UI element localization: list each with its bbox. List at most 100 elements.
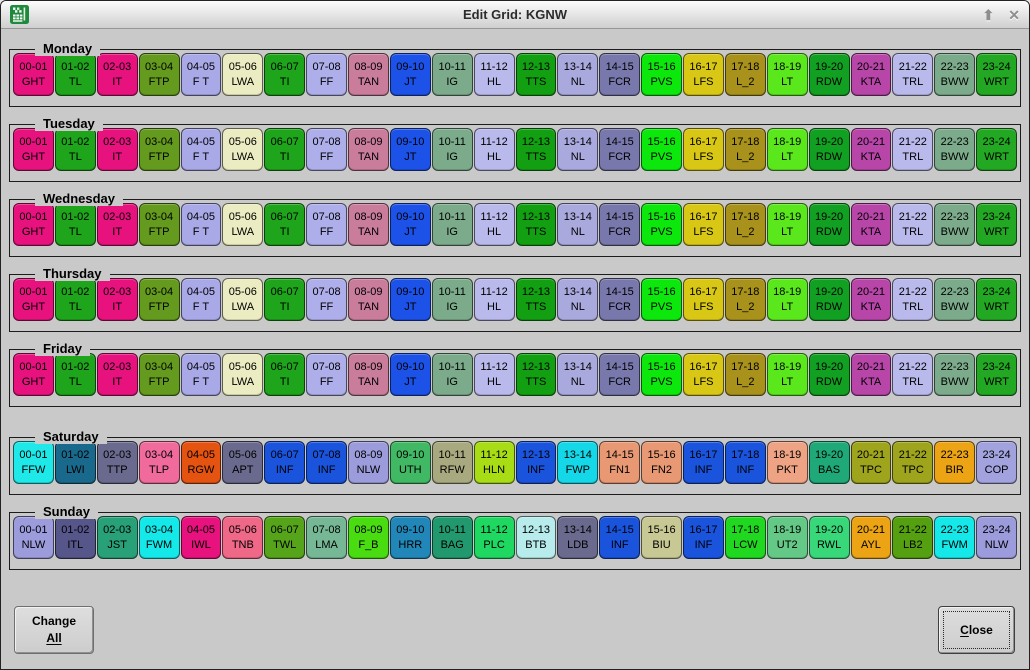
hour-block-button[interactable]: 01-02TL bbox=[55, 53, 96, 96]
hour-block-button[interactable]: 00-01NLW bbox=[13, 516, 54, 559]
hour-block-button[interactable]: 18-19LT bbox=[767, 203, 808, 246]
hour-block-button[interactable]: 01-02TL bbox=[55, 278, 96, 321]
hour-block-button[interactable]: 01-02TL bbox=[55, 128, 96, 171]
hour-block-button[interactable]: 04-05IWL bbox=[181, 516, 222, 559]
hour-block-button[interactable]: 03-04FTP bbox=[139, 353, 180, 396]
hour-block-button[interactable]: 17-18L_2 bbox=[725, 53, 766, 96]
hour-block-button[interactable]: 22-23FWM bbox=[934, 516, 975, 559]
hour-block-button[interactable]: 22-23BWW bbox=[934, 203, 975, 246]
hour-block-button[interactable]: 00-01GHT bbox=[13, 353, 54, 396]
hour-block-button[interactable]: 22-23BWW bbox=[934, 353, 975, 396]
hour-block-button[interactable]: 04-05F T bbox=[181, 53, 222, 96]
hour-block-button[interactable]: 19-20RDW bbox=[809, 53, 850, 96]
hour-block-button[interactable]: 18-19LT bbox=[767, 53, 808, 96]
hour-block-button[interactable]: 09-10JT bbox=[390, 128, 431, 171]
hour-block-button[interactable]: 05-06TNB bbox=[222, 516, 263, 559]
hour-block-button[interactable]: 17-18L_2 bbox=[725, 353, 766, 396]
hour-block-button[interactable]: 05-06APT bbox=[222, 441, 263, 484]
hour-block-button[interactable]: 16-17INF bbox=[683, 516, 724, 559]
hour-block-button[interactable]: 09-10JT bbox=[390, 353, 431, 396]
hour-block-button[interactable]: 15-16PVS bbox=[641, 278, 682, 321]
hour-block-button[interactable]: 02-03IT bbox=[97, 278, 138, 321]
hour-block-button[interactable]: 03-04FWM bbox=[139, 516, 180, 559]
close-window-icon[interactable]: ✕ bbox=[1008, 8, 1020, 22]
hour-block-button[interactable]: 21-22TRL bbox=[892, 53, 933, 96]
hour-block-button[interactable]: 10-11IG bbox=[432, 128, 473, 171]
hour-block-button[interactable]: 20-21KTA bbox=[851, 353, 892, 396]
hour-block-button[interactable]: 23-24NLW bbox=[976, 516, 1017, 559]
hour-block-button[interactable]: 03-04FTP bbox=[139, 53, 180, 96]
hour-block-button[interactable]: 08-09TAN bbox=[348, 353, 389, 396]
hour-block-button[interactable]: 21-22LB2 bbox=[892, 516, 933, 559]
hour-block-button[interactable]: 11-12HL bbox=[474, 53, 515, 96]
hour-block-button[interactable]: 23-24WRT bbox=[976, 353, 1017, 396]
hour-block-button[interactable]: 16-17LFS bbox=[683, 128, 724, 171]
hour-block-button[interactable]: 02-03IT bbox=[97, 353, 138, 396]
hour-block-button[interactable]: 09-10JT bbox=[390, 203, 431, 246]
hour-block-button[interactable]: 15-16BIU bbox=[641, 516, 682, 559]
hour-block-button[interactable]: 04-05F T bbox=[181, 278, 222, 321]
hour-block-button[interactable]: 07-08INF bbox=[306, 441, 347, 484]
hour-block-button[interactable]: 23-24WRT bbox=[976, 203, 1017, 246]
hour-block-button[interactable]: 11-12HL bbox=[474, 353, 515, 396]
hour-block-button[interactable]: 10-11IG bbox=[432, 203, 473, 246]
hour-block-button[interactable]: 04-05F T bbox=[181, 353, 222, 396]
hour-block-button[interactable]: 11-12PLC bbox=[474, 516, 515, 559]
hour-block-button[interactable]: 20-21AYL bbox=[851, 516, 892, 559]
hour-block-button[interactable]: 18-19LT bbox=[767, 128, 808, 171]
hour-block-button[interactable]: 13-14NL bbox=[557, 353, 598, 396]
hour-block-button[interactable]: 06-07TWL bbox=[264, 516, 305, 559]
hour-block-button[interactable]: 08-09TAN bbox=[348, 128, 389, 171]
hour-block-button[interactable]: 01-02LWI bbox=[55, 441, 96, 484]
hour-block-button[interactable]: 03-04TLP bbox=[139, 441, 180, 484]
hour-block-button[interactable]: 23-24WRT bbox=[976, 128, 1017, 171]
hour-block-button[interactable]: 07-08FF bbox=[306, 203, 347, 246]
hour-block-button[interactable]: 12-13INF bbox=[516, 441, 557, 484]
hour-block-button[interactable]: 13-14FWP bbox=[557, 441, 598, 484]
hour-block-button[interactable]: 14-15FCR bbox=[599, 128, 640, 171]
hour-block-button[interactable]: 12-13BTB bbox=[516, 516, 557, 559]
hour-block-button[interactable]: 09-10HRR bbox=[390, 516, 431, 559]
hour-block-button[interactable]: 01-02TL bbox=[55, 203, 96, 246]
hour-block-button[interactable]: 18-19LT bbox=[767, 353, 808, 396]
maximize-icon[interactable]: ⬆ bbox=[983, 8, 995, 22]
hour-block-button[interactable]: 00-01GHT bbox=[13, 278, 54, 321]
hour-block-button[interactable]: 06-07TI bbox=[264, 203, 305, 246]
hour-block-button[interactable]: 21-22TRL bbox=[892, 353, 933, 396]
hour-block-button[interactable]: 13-14NL bbox=[557, 278, 598, 321]
hour-block-button[interactable]: 06-07INF bbox=[264, 441, 305, 484]
hour-block-button[interactable]: 07-08FF bbox=[306, 278, 347, 321]
hour-block-button[interactable]: 15-16PVS bbox=[641, 128, 682, 171]
hour-block-button[interactable]: 09-10JT bbox=[390, 53, 431, 96]
hour-block-button[interactable]: 19-20BAS bbox=[809, 441, 850, 484]
hour-block-button[interactable]: 20-21KTA bbox=[851, 203, 892, 246]
hour-block-button[interactable]: 23-24WRT bbox=[976, 278, 1017, 321]
hour-block-button[interactable]: 09-10JT bbox=[390, 278, 431, 321]
hour-block-button[interactable]: 16-17LFS bbox=[683, 53, 724, 96]
hour-block-button[interactable]: 10-11IG bbox=[432, 53, 473, 96]
hour-block-button[interactable]: 20-21KTA bbox=[851, 128, 892, 171]
hour-block-button[interactable]: 20-21KTA bbox=[851, 278, 892, 321]
hour-block-button[interactable]: 16-17LFS bbox=[683, 203, 724, 246]
hour-block-button[interactable]: 14-15FCR bbox=[599, 203, 640, 246]
hour-block-button[interactable]: 11-12HL bbox=[474, 128, 515, 171]
hour-block-button[interactable]: 20-21TPC bbox=[851, 441, 892, 484]
hour-block-button[interactable]: 06-07TI bbox=[264, 278, 305, 321]
hour-block-button[interactable]: 11-12HL bbox=[474, 203, 515, 246]
hour-block-button[interactable]: 19-20RDW bbox=[809, 203, 850, 246]
hour-block-button[interactable]: 10-11IG bbox=[432, 278, 473, 321]
hour-block-button[interactable]: 22-23BWW bbox=[934, 278, 975, 321]
hour-block-button[interactable]: 15-16PVS bbox=[641, 203, 682, 246]
hour-block-button[interactable]: 00-01GHT bbox=[13, 203, 54, 246]
hour-block-button[interactable]: 03-04FTP bbox=[139, 203, 180, 246]
hour-block-button[interactable]: 14-15FCR bbox=[599, 353, 640, 396]
hour-block-button[interactable]: 17-18LCW bbox=[725, 516, 766, 559]
hour-block-button[interactable]: 12-13TTS bbox=[516, 203, 557, 246]
hour-block-button[interactable]: 16-17LFS bbox=[683, 278, 724, 321]
hour-block-button[interactable]: 04-05RGW bbox=[181, 441, 222, 484]
hour-block-button[interactable]: 10-11IG bbox=[432, 353, 473, 396]
hour-block-button[interactable]: 13-14LDB bbox=[557, 516, 598, 559]
hour-block-button[interactable]: 03-04FTP bbox=[139, 128, 180, 171]
hour-block-button[interactable]: 01-02ITL bbox=[55, 516, 96, 559]
hour-block-button[interactable]: 16-17LFS bbox=[683, 353, 724, 396]
